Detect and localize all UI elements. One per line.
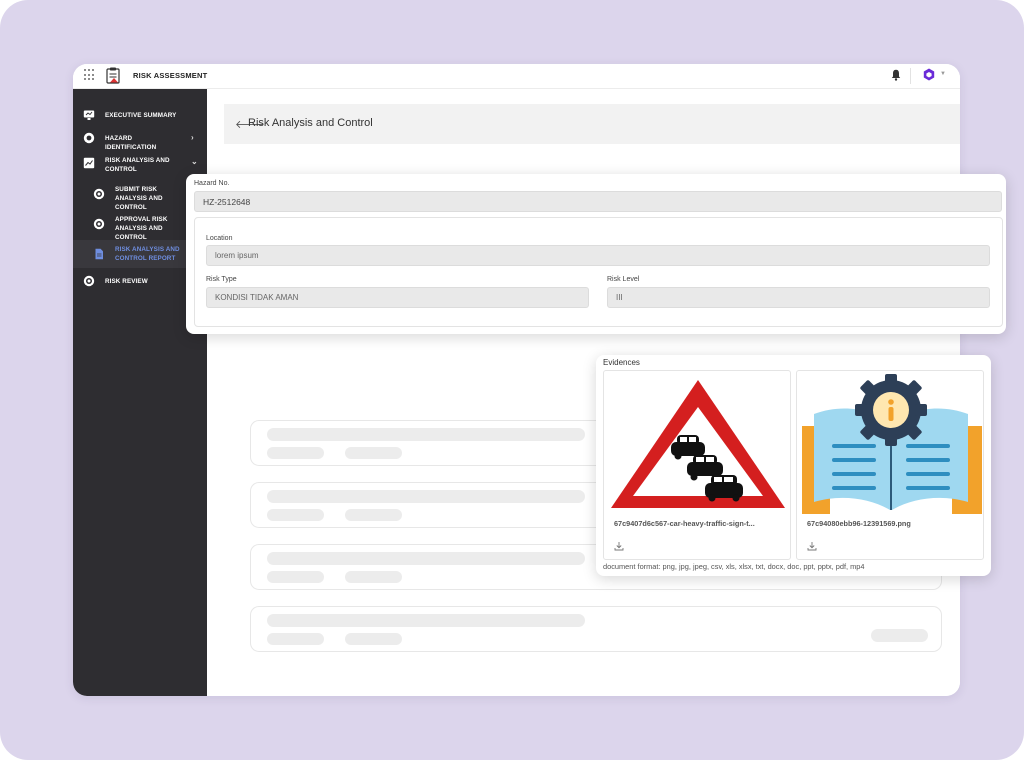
traffic-sign-image (611, 380, 785, 508)
clipboard-icon (106, 67, 120, 84)
evidences-title: Evidences (603, 358, 640, 367)
target-icon (83, 275, 95, 287)
evidence-card[interactable]: 67c94080ebb96-12391569.png (796, 370, 984, 560)
hazard-details-box: Location lorem ipsum Risk Type KONDISI T… (194, 217, 1003, 327)
sidebar-item-risk-analysis[interactable]: RISK ANALYSIS AND CONTROL ⌄ (73, 155, 207, 175)
app-title: RISK ASSESSMENT (133, 71, 208, 80)
risk-type-field[interactable]: KONDISI TIDAK AMAN (206, 287, 589, 308)
sidebar-item-label: EXECUTIVE SUMMARY (105, 112, 177, 119)
hazard-form-panel: Hazard No. HZ-2512648 Location lorem ips… (186, 174, 1006, 334)
monitor-icon (83, 110, 95, 120)
location-field[interactable]: lorem ipsum (206, 245, 990, 266)
sidebar-item-label: HAZARD IDENTIFICATION (105, 135, 157, 151)
info-book-image (802, 374, 982, 514)
skeleton-card (250, 606, 942, 652)
top-bar: RISK ASSESSMENT ▼ (73, 64, 960, 89)
target-icon (93, 188, 105, 200)
evidence-file-name: 67c9407d6c567-car-heavy-traffic-sign-t..… (614, 519, 755, 528)
document-icon (95, 248, 103, 260)
hazard-no-label: Hazard No. (194, 180, 230, 187)
chevron-down-icon: ⌄ (191, 157, 198, 166)
hazard-icon (83, 132, 95, 144)
chart-icon (83, 157, 95, 169)
target-icon (93, 218, 105, 230)
chevron-right-icon: › (191, 133, 194, 142)
sidebar-item-label: RISK REVIEW (105, 278, 148, 285)
sidebar-item-label: RISK ANALYSIS AND CONTROL REPORT (115, 246, 180, 262)
hexagon-logo-icon[interactable] (923, 68, 935, 81)
sidebar-item-label: SUBMIT RISK ANALYSIS AND CONTROL (115, 186, 163, 211)
page-title: Risk Analysis and Control (248, 117, 373, 129)
download-icon[interactable] (807, 541, 817, 551)
sidebar-item-hazard-identification[interactable]: HAZARD IDENTIFICATION › (73, 132, 207, 151)
download-icon[interactable] (614, 541, 624, 551)
evidence-file-name: 67c94080ebb96-12391569.png (807, 519, 911, 528)
location-label: Location (206, 235, 233, 242)
risk-type-label: Risk Type (206, 276, 237, 283)
evidence-card[interactable]: 67c9407d6c567-car-heavy-traffic-sign-t..… (603, 370, 791, 560)
sidebar-item-label: APPROVAL RISK ANALYSIS AND CONTROL (115, 216, 168, 241)
risk-level-label: Risk Level (607, 276, 640, 283)
document-format-note: document format: png, jpg, jpeg, csv, xl… (603, 562, 865, 571)
sidebar-item-label: RISK ANALYSIS AND CONTROL (105, 157, 170, 173)
sidebar-item-executive-summary[interactable]: EXECUTIVE SUMMARY (73, 109, 207, 121)
page-header: 🡐 Risk Analysis and Control (224, 104, 960, 144)
chevron-down-icon[interactable]: ▼ (940, 71, 946, 77)
topbar-divider (910, 68, 911, 84)
bell-icon[interactable] (891, 69, 901, 81)
apps-grid-icon[interactable] (84, 69, 96, 81)
risk-level-field[interactable]: III (607, 287, 990, 308)
hazard-no-select[interactable]: HZ-2512648 (194, 191, 1002, 212)
evidences-panel: Evidences 67c9407d6c567-car-heavy-traffi… (596, 355, 991, 576)
